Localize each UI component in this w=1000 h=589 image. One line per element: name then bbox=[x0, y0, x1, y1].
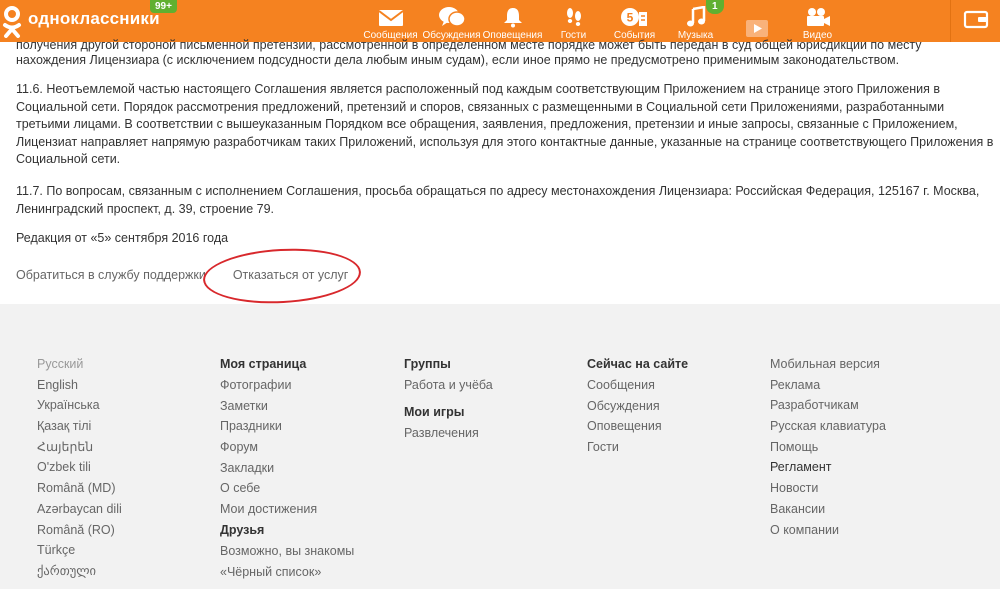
footer-link[interactable]: Вакансии bbox=[770, 499, 886, 520]
envelope-icon bbox=[377, 8, 404, 30]
language-item[interactable]: Azərbaycan dili bbox=[37, 499, 122, 520]
nav-video[interactable]: Видео bbox=[787, 0, 848, 42]
footprints-icon bbox=[563, 6, 585, 30]
footer-heading-groups[interactable]: Группы bbox=[404, 354, 493, 375]
language-item[interactable]: Українська bbox=[37, 395, 122, 416]
footer-link[interactable]: Форум bbox=[220, 437, 354, 458]
footer-link[interactable]: Реклама bbox=[770, 375, 886, 396]
video-camera-icon bbox=[804, 6, 832, 30]
footer-languages: Русский English Українська Қазақ тілі Հա… bbox=[37, 354, 122, 582]
svg-text:5: 5 bbox=[626, 11, 633, 25]
ok-logo-icon bbox=[2, 4, 26, 38]
language-item[interactable]: English bbox=[37, 375, 122, 396]
main-nav: Сообщения Обсуждения Оповещения Гости 5 … bbox=[360, 0, 848, 42]
footer-groups: Группы Работа и учёба Мои игры Развлечен… bbox=[404, 354, 493, 443]
agreement-paragraph-11-6: 11.6. Неотъемлемой частью настоящего Сог… bbox=[16, 82, 994, 166]
nav-guests[interactable]: Гости bbox=[543, 0, 604, 42]
agreement-paragraph-11-7: 11.7. По вопросам, связанным с исполнени… bbox=[16, 184, 980, 216]
footer-link[interactable]: Закладки bbox=[220, 458, 354, 479]
footer-link[interactable]: Развлечения bbox=[404, 423, 493, 444]
footer-link[interactable]: Мобильная версия bbox=[770, 354, 886, 375]
footer-link[interactable]: Новости bbox=[770, 478, 886, 499]
notification-badge: 99+ bbox=[150, 0, 177, 13]
footer-link[interactable]: Возможно, вы знакомы bbox=[220, 541, 354, 562]
footer-link[interactable]: Обсуждения bbox=[587, 396, 688, 417]
footer-link[interactable]: Разработчикам bbox=[770, 395, 886, 416]
footer-link[interactable]: Регламент bbox=[770, 457, 886, 478]
language-item[interactable]: Հայերեն bbox=[37, 437, 122, 458]
footer-my-page: Моя страница Фотографии Заметки Праздник… bbox=[220, 354, 354, 582]
bell-icon bbox=[502, 6, 524, 30]
footer-heading-my-games[interactable]: Мои игры bbox=[404, 402, 493, 423]
language-item[interactable]: Türkçe bbox=[37, 540, 122, 561]
support-link[interactable]: Обратиться в службу поддержки bbox=[16, 268, 206, 282]
footer-heading-my-page[interactable]: Моя страница bbox=[220, 354, 354, 375]
footer-link[interactable]: О себе bbox=[220, 478, 354, 499]
footer-link[interactable]: Фотографии bbox=[220, 375, 354, 396]
highlight-circle-annotation bbox=[201, 244, 363, 308]
language-item[interactable]: Română (RO) bbox=[37, 520, 122, 541]
nav-music[interactable]: Музыка 1 bbox=[665, 0, 726, 42]
footer-now-on-site: Сейчас на сайте Сообщения Обсуждения Опо… bbox=[587, 354, 688, 458]
agreement-content: получения другой стороной письменной пре… bbox=[0, 38, 1000, 308]
footer-link[interactable]: Русская клавиатура bbox=[770, 416, 886, 437]
top-bar: одноклассники 99+ Сообщения Обсуждения О… bbox=[0, 0, 1000, 42]
footer-link[interactable]: Работа и учёба bbox=[404, 375, 493, 396]
nav-notifications[interactable]: Оповещения bbox=[482, 0, 543, 42]
footer-misc: Мобильная версия Реклама Разработчикам Р… bbox=[770, 354, 886, 540]
language-item[interactable]: Қазақ тілі bbox=[37, 416, 122, 437]
music-badge: 1 bbox=[706, 0, 724, 14]
nav-discussions[interactable]: Обсуждения bbox=[421, 0, 482, 42]
footer-link[interactable]: Оповещения bbox=[587, 416, 688, 437]
footer-link[interactable]: «Чёрный список» bbox=[220, 562, 354, 583]
footer-link[interactable]: О компании bbox=[770, 520, 886, 541]
footer-heading-friends[interactable]: Друзья bbox=[220, 520, 354, 541]
footer-link[interactable]: Мои достижения bbox=[220, 499, 354, 520]
nav-messages[interactable]: Сообщения bbox=[360, 0, 421, 42]
language-item[interactable]: ქართული bbox=[37, 561, 122, 582]
footer-link[interactable]: Заметки bbox=[220, 396, 354, 417]
events-icon: 5 bbox=[620, 6, 650, 30]
chat-bubbles-icon bbox=[438, 6, 466, 30]
footer-link[interactable]: Праздники bbox=[220, 416, 354, 437]
logo-text: одноклассники bbox=[28, 9, 160, 28]
nav-video-play[interactable] bbox=[726, 0, 787, 42]
edition-date: Редакция от «5» сентября 2016 года bbox=[16, 231, 229, 245]
language-item-current: Русский bbox=[37, 357, 84, 371]
language-item[interactable]: Română (MD) bbox=[37, 478, 122, 499]
footer-link[interactable]: Гости bbox=[587, 437, 688, 458]
agreement-paragraph-end: нахождения Лицензиара (с исключением под… bbox=[16, 53, 900, 67]
wallet-button[interactable] bbox=[950, 0, 1000, 42]
footer-link[interactable]: Сообщения bbox=[587, 375, 688, 396]
music-note-icon bbox=[685, 6, 707, 30]
wallet-icon bbox=[963, 9, 989, 34]
footer-link[interactable]: Помощь bbox=[770, 437, 886, 458]
logo[interactable]: одноклассники bbox=[0, 0, 160, 42]
footer: Русский English Українська Қазақ тілі Հա… bbox=[0, 304, 1000, 589]
footer-heading-now-on-site: Сейчас на сайте bbox=[587, 357, 689, 371]
nav-events[interactable]: 5 События bbox=[604, 0, 665, 42]
language-item[interactable]: O'zbek tili bbox=[37, 457, 122, 478]
